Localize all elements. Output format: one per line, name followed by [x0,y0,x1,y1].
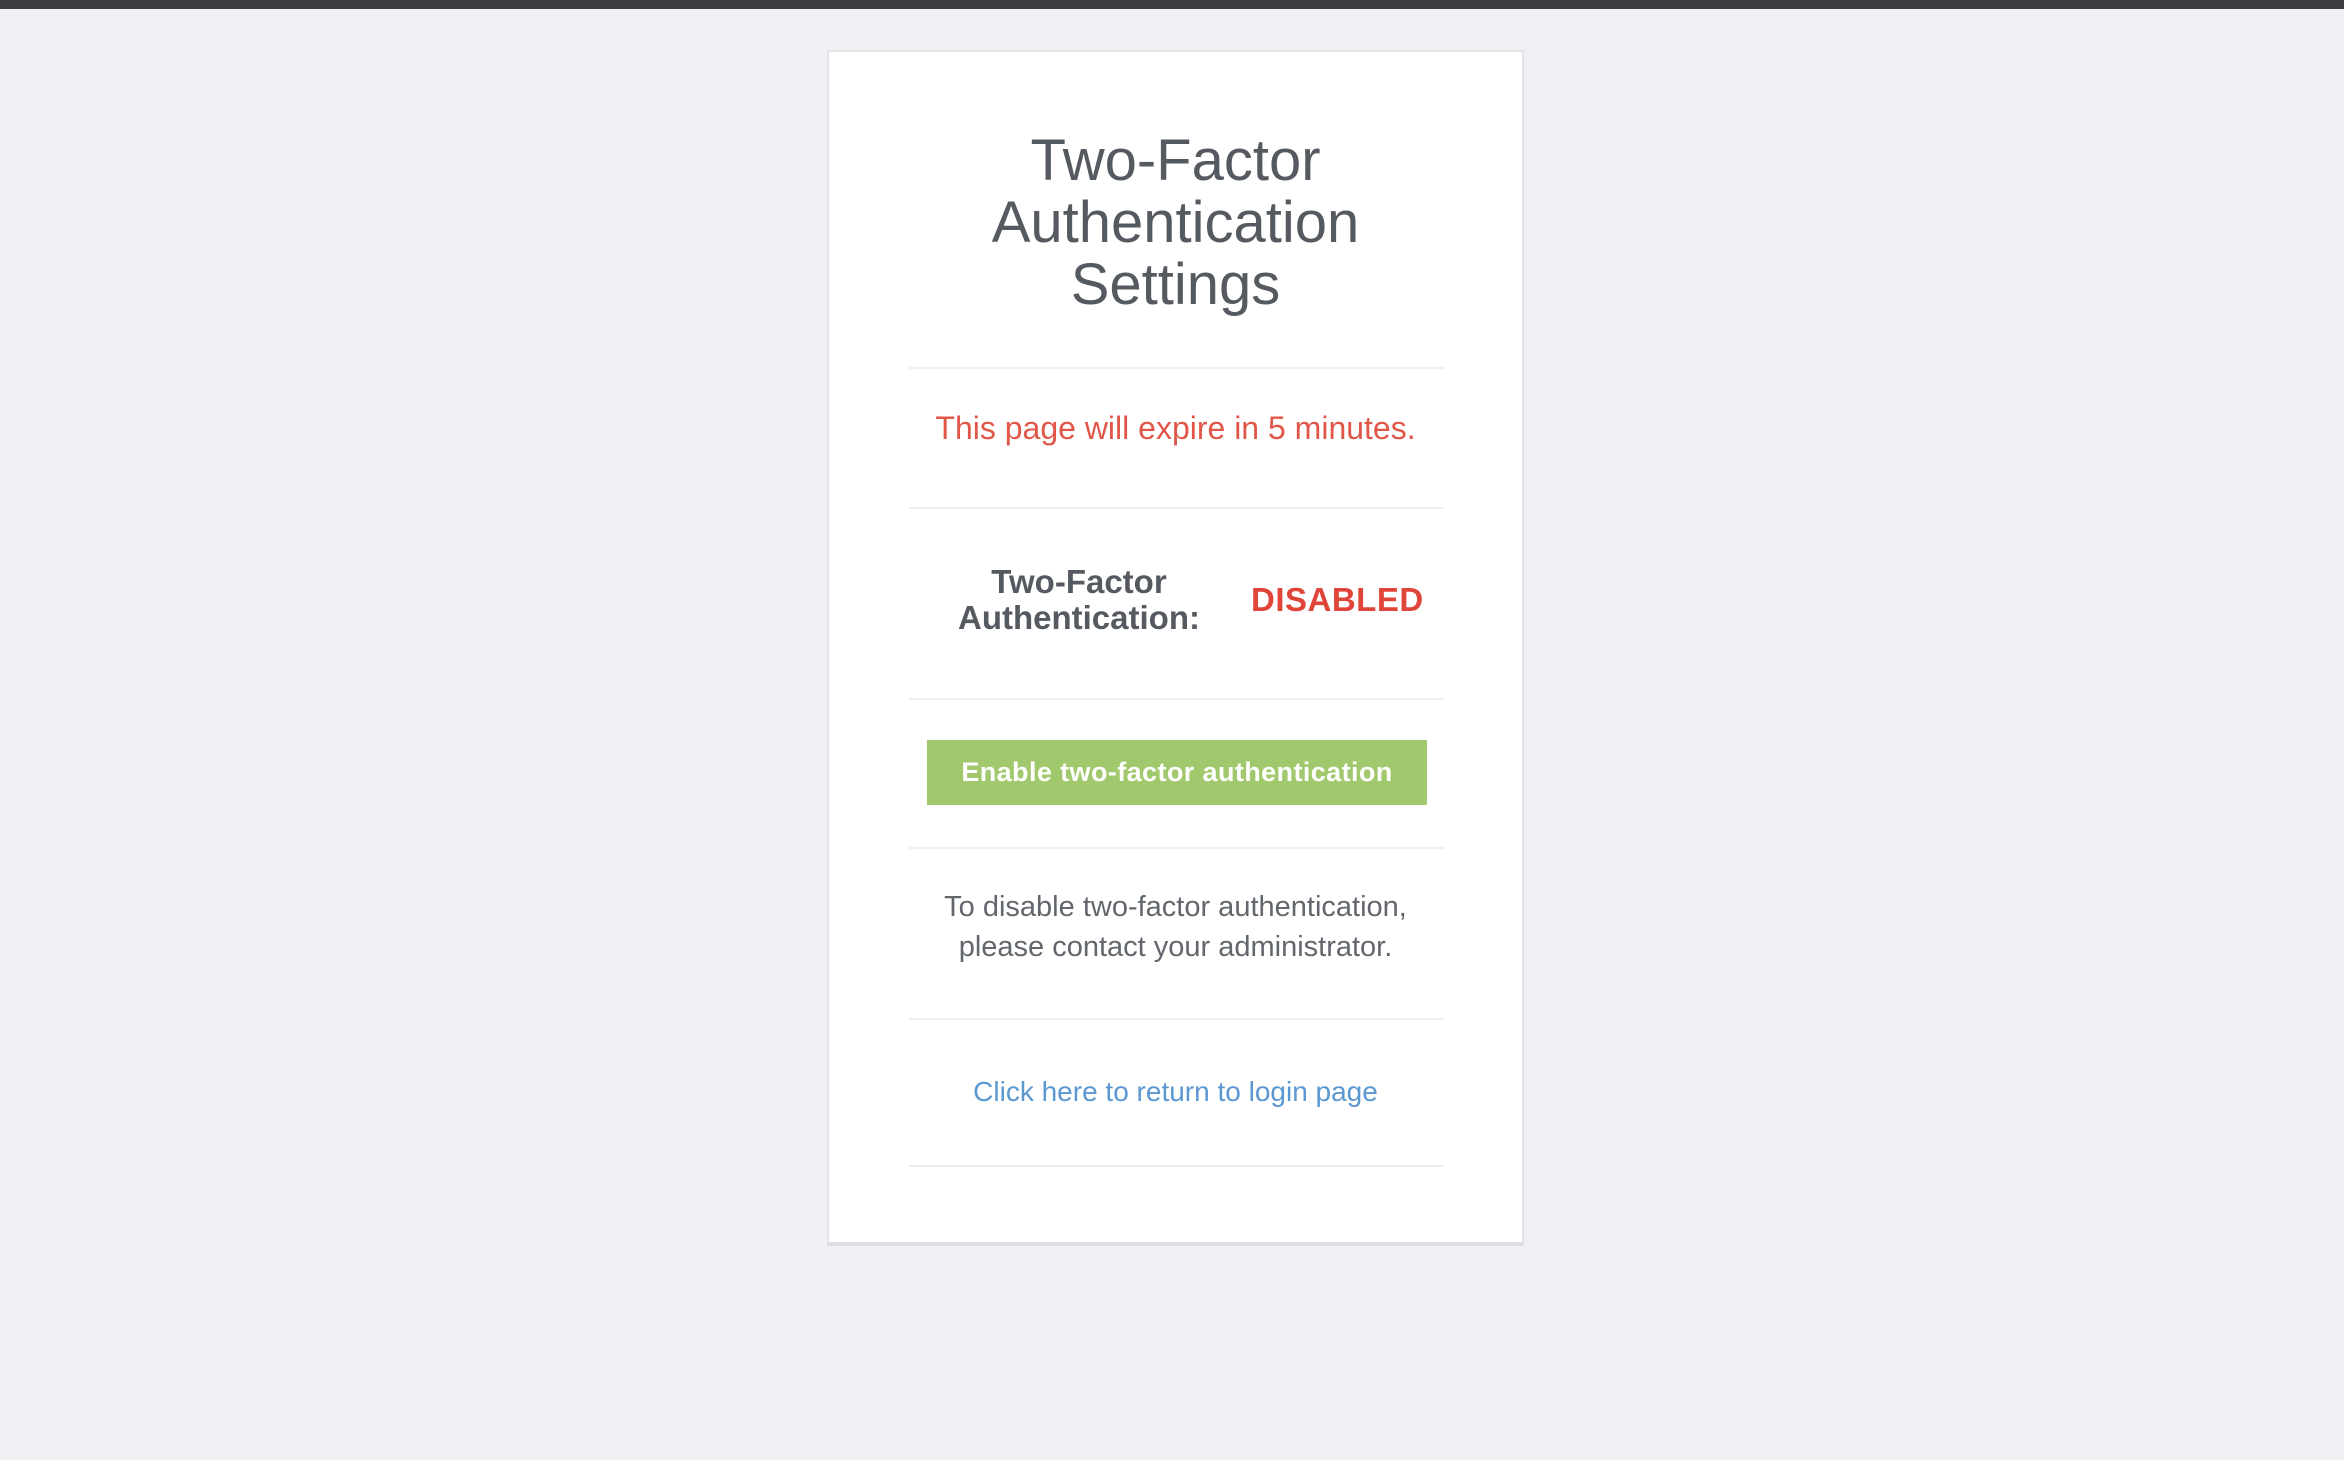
two-factor-status-row: Two-Factor Authentication: DISABLED [829,564,1522,674]
disable-instructions-line-2: please contact your administrator. [958,931,1393,963]
divider [909,847,1444,849]
divider [909,507,1444,509]
divider [909,367,1444,369]
settings-card: Two-Factor Authentication Settings This … [827,50,1524,1246]
status-label-line-2: Authentication: [958,599,1200,636]
disable-instructions-line-1: To disable two-factor authentication, [944,891,1407,923]
enable-two-factor-button[interactable]: Enable two-factor authentication [927,740,1427,805]
page-title-line-2: Authentication [991,190,1360,255]
status-label-line-1: Two-Factor [991,563,1167,600]
divider [909,698,1444,700]
expiry-warning: This page will expire in 5 minutes. [935,410,1416,446]
page-title-line-1: Two-Factor [1030,128,1321,193]
page-title-line-3: Settings [1070,252,1281,317]
status-badge: DISABLED [1251,581,1424,618]
divider [909,1018,1444,1020]
top-bar [0,0,2344,9]
return-to-login-link[interactable]: Click here to return to login page [829,1072,1522,1112]
page-title: Two-Factor Authentication Settings [829,130,1522,316]
disable-instructions: To disable two-factor authentication, pl… [829,887,1522,967]
two-factor-status-label: Two-Factor Authentication: [949,564,1209,636]
divider [909,1165,1444,1167]
